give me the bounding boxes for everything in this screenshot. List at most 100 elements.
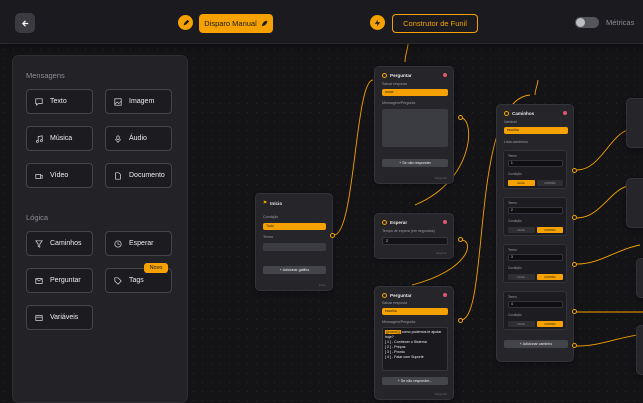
caminho-2: Termo 2 Condição IGUAL CONTÉM [503,197,567,236]
delete-dot[interactable] [563,111,567,115]
block-caminhos[interactable]: Caminhos [26,231,93,256]
message-icon [35,97,43,106]
salvar-resposta-select[interactable]: nome [382,89,448,96]
variavel-label: Variável [504,120,517,124]
node-caminhos-title: Caminhos [504,111,534,116]
mensagem-label: Mensagem/Pergunta [382,320,416,324]
mensagem-textarea[interactable] [382,109,448,147]
block-texto[interactable]: Texto [26,89,93,114]
rocket-icon [261,20,268,27]
node-partial-3[interactable] [636,258,643,298]
tempo-espera-input[interactable]: 2 [382,237,448,245]
port-caminho-4[interactable] [572,309,577,314]
block-imagem[interactable]: Imagem [105,89,172,114]
igual-button[interactable]: IGUAL [508,227,535,233]
construtor-funil-button[interactable]: Construtor de Funil [392,14,478,33]
condicao-select[interactable]: Tudo [263,223,326,230]
edge-path-3 [576,244,641,265]
node-perguntar-2-footer: Pergunta [434,392,447,396]
node-perguntar-1[interactable]: Perguntar Salvar resposta nome Mensagem/… [374,66,454,184]
adicionar-gatilho-button[interactable]: + Adicionar gatilho [263,266,326,274]
block-esperar[interactable]: Esperar [105,231,172,256]
variavel-select[interactable]: escolha [504,127,568,134]
block-perguntar[interactable]: Perguntar [26,268,93,293]
se-nao-responder-button[interactable]: + Se não responder [382,159,448,167]
igual-button[interactable]: IGUAL [508,274,535,280]
mensagens-heading: Mensagens [26,71,65,80]
termo-input[interactable] [263,243,326,251]
caminho-2-termo[interactable]: 2 [508,207,563,214]
construtor-funil-label: Construtor de Funil [403,19,467,28]
port-caminho-3[interactable] [572,262,577,267]
igual-button[interactable]: IGUAL [508,321,535,327]
port-inicio-out[interactable] [330,233,335,238]
contem-button[interactable]: CONTÉM [536,227,563,233]
caminho-1: Termo 1 Condição IGUAL CONTÉM [503,150,567,189]
salvar-resposta-label: Salvar resposta [382,82,407,86]
port-caminho-2[interactable] [572,215,577,220]
contem-button[interactable]: CONTÉM [536,274,563,280]
port-caminho-else[interactable] [572,343,577,348]
node-partial-1[interactable] [626,98,643,148]
block-variaveis-label: Variáveis [50,314,79,321]
node-perguntar-1-footer: Pergunta [434,176,447,180]
caminho-1-termo[interactable]: 1 [508,160,563,167]
salvar-resposta-select[interactable]: escolha [382,308,448,315]
node-inicio[interactable]: ⚑ Início Condição Tudo Termo + Adicionar … [255,193,333,291]
microphone-icon [115,134,121,143]
port-perguntar-1-out[interactable] [458,115,463,120]
node-caminhos[interactable]: Caminhos Variável escolha Lista caminhos… [496,104,574,362]
edge-top-perguntar [404,43,409,63]
block-esperar-label: Esperar [129,240,154,247]
block-documento[interactable]: Documento [105,163,172,188]
se-nao-responder-button[interactable]: + Se não responder... [382,377,448,385]
caminho-4: Termo 4 Condição IGUAL CONTÉM [503,291,567,330]
adicionar-caminho-button[interactable]: + Adicionar caminho [504,340,568,348]
port-caminho-1[interactable] [572,168,577,173]
music-icon [36,134,43,143]
block-musica[interactable]: Música [26,126,93,151]
block-variaveis[interactable]: Variáveis [26,305,93,330]
port-esperar-out[interactable] [458,237,463,242]
edge-add-path [576,333,643,347]
tempo-espera-label: Tempo de espera (em segundos) [382,229,435,233]
node-perguntar-1-title: Perguntar [382,73,412,78]
mensagem-text: {{nome}} como podemos te ajudar hoje? [ … [385,330,442,359]
contem-button[interactable]: CONTÉM [536,180,563,186]
pencil-icon[interactable] [178,15,193,30]
caminho-3: Termo 3 Condição IGUAL CONTÉM [503,244,567,283]
node-inicio-footer: Início [318,283,326,287]
caminho-4-termo[interactable]: 4 [508,301,563,308]
disparo-manual-button[interactable]: Disparo Manual [199,14,273,33]
node-perguntar-2[interactable]: Perguntar Salvar resposta escolha Mensag… [374,286,454,400]
node-esperar-title: Esperar [382,220,407,225]
back-button[interactable] [15,13,35,33]
igual-button[interactable]: IGUAL [508,180,535,186]
edge-path-2 [576,185,629,219]
video-icon [35,173,43,179]
top-bar: Disparo Manual Construtor de Funil Métri… [0,0,643,44]
delete-dot[interactable] [443,73,447,77]
block-texto-label: Texto [50,98,67,105]
salvar-resposta-label: Salvar resposta [382,301,407,305]
block-caminhos-label: Caminhos [50,240,82,247]
delete-dot[interactable] [443,220,447,224]
node-esperar[interactable]: Esperar Tempo de espera (em segundos) 2 … [374,213,454,259]
block-video[interactable]: Vídeo [26,163,93,188]
block-audio-label: Áudio [129,135,147,142]
node-partial-4[interactable] [636,325,643,375]
delete-dot[interactable] [443,293,447,297]
mensagem-textarea[interactable]: {{nome}} como podemos te ajudar hoje? [ … [382,327,448,371]
port-perguntar-2-out[interactable] [458,318,463,323]
block-audio[interactable]: Áudio [105,126,172,151]
node-inicio-title: ⚑ Início [263,200,283,206]
node-partial-2[interactable] [626,178,643,228]
metricas-toggle[interactable] [575,17,599,28]
document-icon [115,171,121,180]
caminho-3-termo[interactable]: 3 [508,254,563,261]
lista-caminhos-label: Lista caminhos [504,140,528,144]
block-musica-label: Música [50,135,73,142]
clock-icon [114,239,122,248]
block-video-label: Vídeo [50,172,69,179]
contem-button[interactable]: CONTÉM [536,321,563,327]
